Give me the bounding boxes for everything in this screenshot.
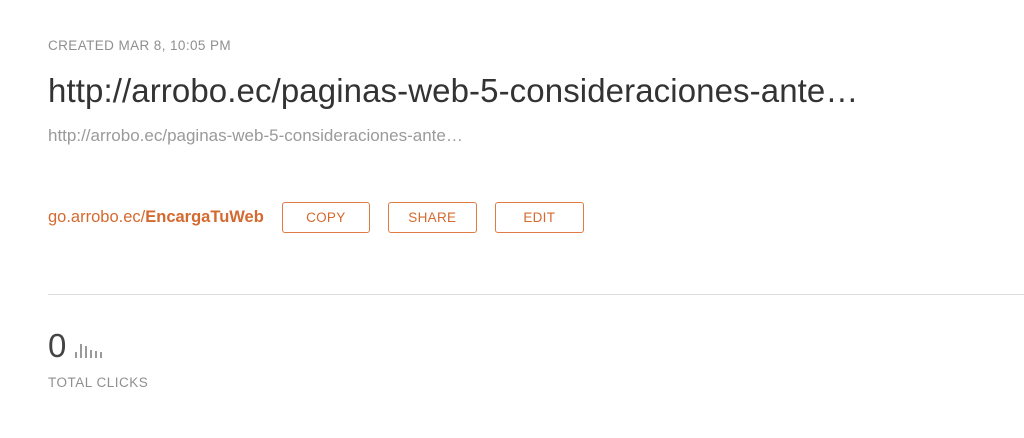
copy-button[interactable]: COPY bbox=[281, 201, 370, 233]
section-divider bbox=[48, 294, 1024, 295]
created-timestamp: CREATED MAR 8, 10:05 PM bbox=[48, 38, 231, 53]
sparkline-bar bbox=[100, 352, 103, 358]
link-details-panel: CREATED MAR 8, 10:05 PM http://arrobo.ec… bbox=[48, 0, 1024, 438]
sparkline-bar bbox=[75, 352, 78, 358]
long-url[interactable]: http://arrobo.ec/paginas-web-5-considera… bbox=[48, 126, 463, 146]
short-link-row: go.arrobo.ec/EncargaTuWeb COPY SHARE EDI… bbox=[48, 200, 602, 234]
sparkline-bar bbox=[85, 346, 88, 358]
clicks-label: TOTAL CLICKS bbox=[48, 375, 149, 390]
share-button[interactable]: SHARE bbox=[387, 201, 477, 233]
link-title: http://arrobo.ec/paginas-web-5-considera… bbox=[48, 72, 859, 109]
sparkline-bar bbox=[95, 351, 98, 358]
clicks-count: 0 bbox=[48, 327, 67, 364]
bar-chart-icon bbox=[75, 344, 105, 358]
short-link-domain: go.arrobo.ec/ bbox=[48, 207, 146, 226]
short-link-slug: EncargaTuWeb bbox=[145, 207, 264, 226]
edit-button[interactable]: EDIT bbox=[494, 201, 584, 233]
sparkline-bar bbox=[90, 350, 93, 358]
sparkline-bar bbox=[80, 344, 83, 358]
short-link[interactable]: go.arrobo.ec/EncargaTuWeb bbox=[48, 208, 264, 227]
clicks-summary: 0 bbox=[48, 328, 105, 364]
